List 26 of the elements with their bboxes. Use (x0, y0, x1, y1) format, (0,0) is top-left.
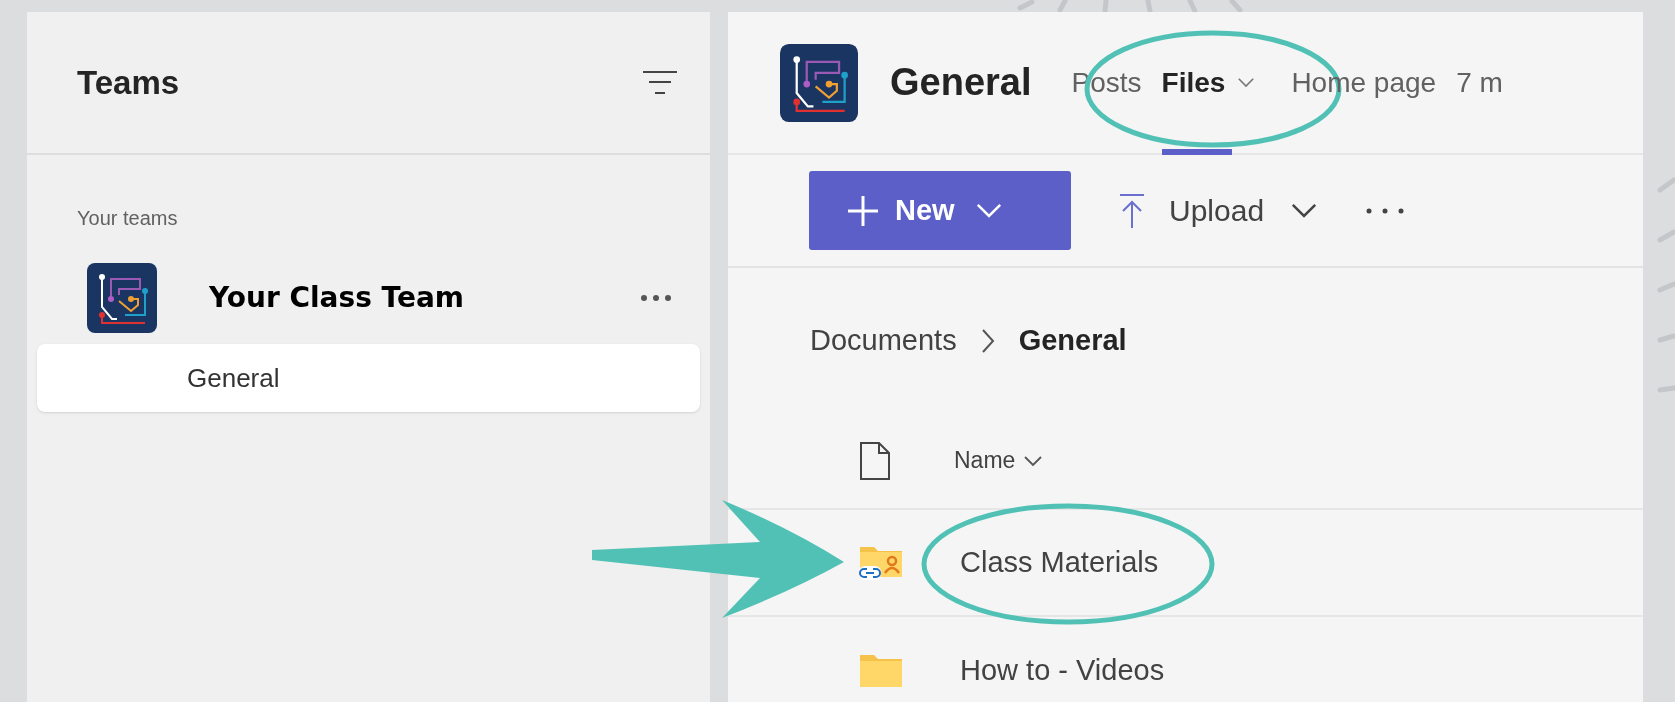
breadcrumb-item[interactable]: Documents (810, 318, 957, 363)
team-logo-icon (87, 263, 157, 333)
section-label: Your teams (76, 206, 179, 231)
filter-icon[interactable] (642, 69, 678, 96)
chevron-right-icon (980, 327, 995, 354)
channel-item[interactable]: General (37, 344, 700, 412)
plus-icon (847, 194, 879, 227)
file-type-icon (860, 441, 890, 480)
breadcrumb-item: General (1018, 322, 1127, 358)
team-name[interactable]: Your Class Team (209, 277, 464, 319)
chevron-down-icon (1237, 77, 1256, 88)
channel-title: General (890, 60, 1032, 105)
channel-tab[interactable]: 7 m (1456, 12, 1503, 153)
more-options-icon[interactable] (640, 294, 672, 302)
sidebar-title: Teams (77, 62, 180, 103)
column-header[interactable]: Name (954, 443, 1044, 478)
channel-tab[interactable]: Files (1161, 12, 1256, 153)
chevron-down-icon (974, 202, 1003, 219)
chevron-down-icon (1023, 454, 1044, 467)
upload-icon (1119, 192, 1145, 229)
new-button[interactable]: New (809, 171, 1071, 250)
team-logo-icon (780, 43, 858, 122)
file-name[interactable]: How to - Videos (960, 648, 1165, 693)
chevron-down-icon (1290, 202, 1319, 219)
upload-button[interactable]: Upload (1119, 188, 1319, 233)
more-options-icon[interactable] (1366, 207, 1405, 214)
